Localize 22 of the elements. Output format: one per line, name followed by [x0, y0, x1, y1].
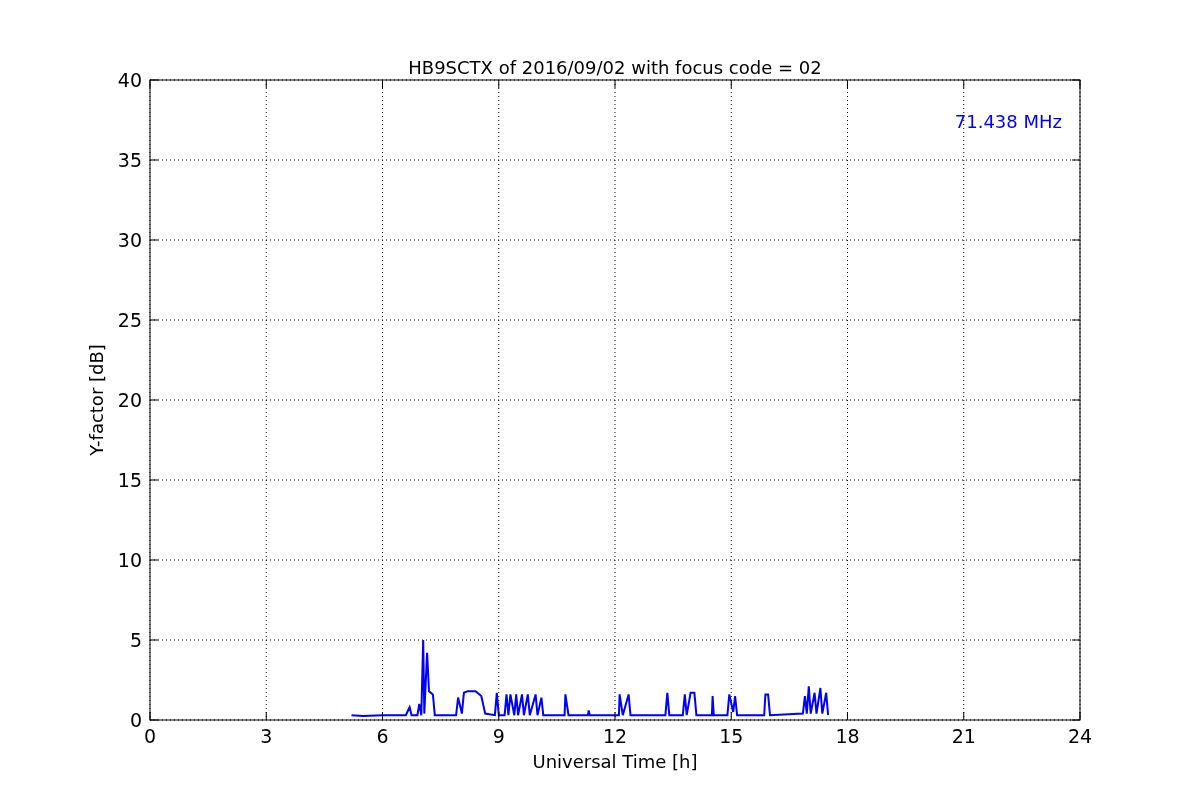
x-tick-label: 0	[143, 725, 157, 747]
y-tick-label: 40	[117, 69, 142, 91]
chart-title: HB9SCTX of 2016/09/02 with focus code = 02	[408, 57, 822, 78]
x-tick-label: 3	[260, 725, 273, 747]
y-tick-label: 20	[117, 389, 142, 411]
x-tick-label: 12	[602, 725, 628, 747]
y-tick-label: 30	[117, 229, 142, 251]
y-tick-label: 5	[129, 629, 142, 651]
x-tick-label: 9	[492, 725, 505, 747]
y-tick-label: 15	[117, 469, 142, 491]
y-tick-label: 25	[117, 309, 142, 331]
x-tick-label: 24	[1067, 725, 1093, 747]
y-tick-label: 35	[117, 149, 142, 171]
x-tick-label: 21	[951, 725, 976, 747]
x-tick-label: 6	[376, 725, 389, 747]
y-tick-label: 0	[129, 709, 142, 731]
x-axis-label: Universal Time [h]	[532, 751, 698, 772]
x-tick-label: 18	[835, 725, 860, 747]
x-tick-label: 15	[719, 725, 744, 747]
y-axis-label: Y-factor [dB]	[86, 344, 107, 456]
y-tick-label: 10	[117, 549, 142, 571]
frequency-label: 71.438 MHz	[954, 111, 1062, 132]
